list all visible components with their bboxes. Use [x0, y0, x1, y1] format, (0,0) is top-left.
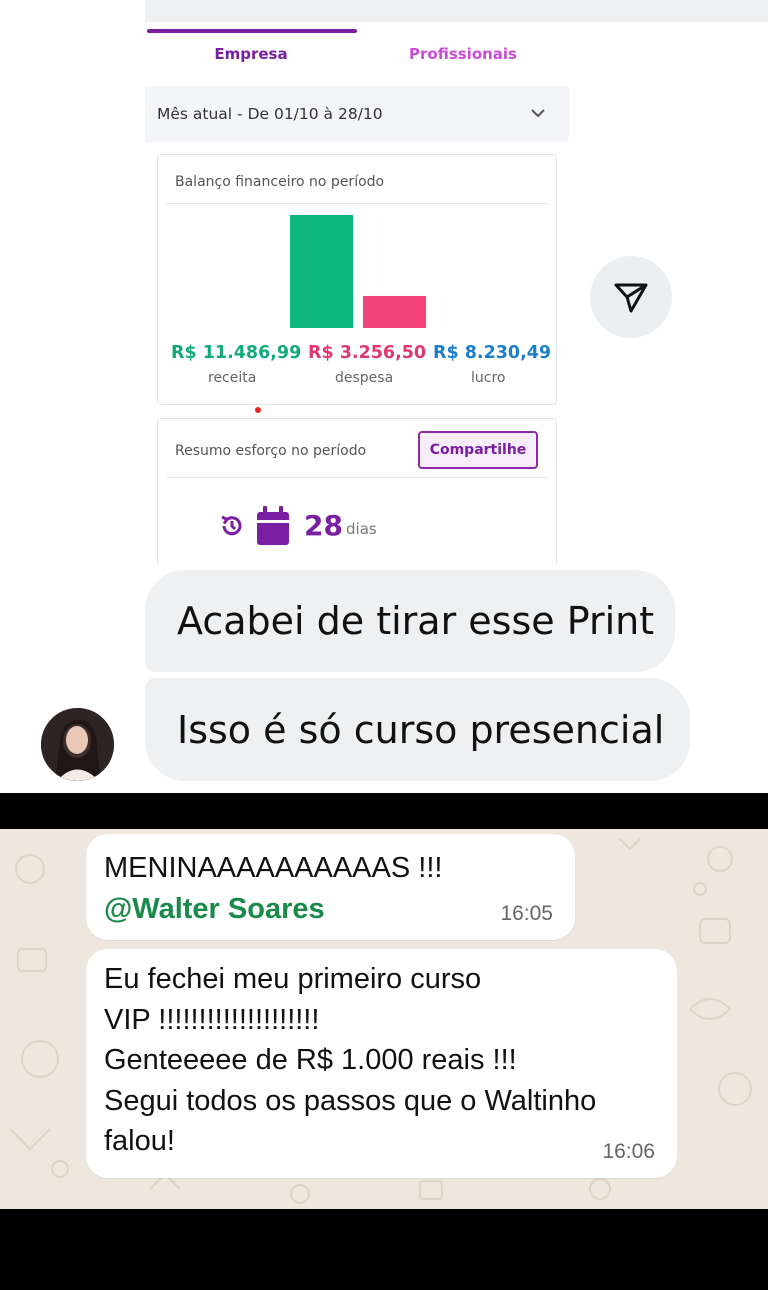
chat-message[interactable]: Acabei de tirar esse Print: [145, 570, 675, 672]
avatar[interactable]: [41, 708, 114, 781]
message-timestamp: 16:05: [500, 901, 553, 925]
chat-message[interactable]: Isso é só curso presencial: [145, 678, 690, 781]
whatsapp-message[interactable]: MENINAAAAAAAAAAS !!! @Walter Soares 16:0…: [86, 834, 575, 940]
message-line: Segui todos os passos que o Waltinho: [104, 1084, 597, 1117]
caption-lucro: lucro: [471, 370, 506, 386]
share-send-button[interactable]: [590, 256, 672, 338]
send-icon: [614, 283, 648, 313]
days-count: 28: [304, 509, 343, 542]
chevron-down-icon: [531, 109, 545, 118]
period-select-value: Mês atual - De 01/10 à 28/10: [157, 105, 383, 123]
message-line: MENINAAAAAAAAAAS !!!: [104, 852, 443, 884]
whatsapp-message[interactable]: Eu fechei meu primeiro curso VIP !!!!!!!…: [86, 949, 677, 1178]
previous-message-edge: [145, 0, 768, 22]
effort-summary-card: Resumo esforço no período Compartilhe 28…: [157, 418, 557, 564]
message-line: falou!: [104, 1125, 175, 1158]
share-button[interactable]: Compartilhe: [418, 431, 538, 469]
shared-screenshot[interactable]: Empresa Profissionais Mês atual - De 01/…: [145, 24, 569, 564]
calendar-icon: [257, 506, 289, 545]
bar-receita: [290, 215, 353, 328]
tab-empresa[interactable]: Empresa: [145, 24, 357, 84]
value-label-despesa: R$ 3.256,50: [308, 343, 427, 363]
effort-card-title: Resumo esforço no período: [175, 443, 367, 459]
value-label-lucro: R$ 8.230,49: [433, 343, 552, 363]
recording-dot: [255, 407, 261, 413]
finance-balance-card: Balanço financeiro no período R$ 11.486,…: [157, 154, 557, 405]
message-line: Genteeeee de R$ 1.000 reais !!!: [104, 1044, 517, 1077]
days-unit: dias: [346, 520, 377, 538]
divider: [166, 477, 548, 478]
finance-bar-chart: [290, 215, 426, 328]
avatar-photo: [41, 708, 114, 781]
message-line: VIP !!!!!!!!!!!!!!!!!!!!: [104, 1003, 320, 1036]
whatsapp-chat-area: MENINAAAAAAAAAAS !!! @Walter Soares 16:0…: [0, 829, 768, 1209]
period-select[interactable]: Mês atual - De 01/10 à 28/10: [145, 86, 569, 142]
caption-despesa: despesa: [335, 370, 394, 386]
value-label-receita: R$ 11.486,99: [171, 343, 302, 363]
caption-receita: receita: [208, 370, 257, 386]
instagram-chat-area: Empresa Profissionais Mês atual - De 01/…: [0, 0, 768, 793]
message-timestamp: 16:06: [602, 1139, 655, 1163]
history-icon: [221, 515, 242, 536]
tab-profissionais[interactable]: Profissionais: [357, 24, 569, 84]
bar-despesa: [363, 295, 426, 328]
message-line: Eu fechei meu primeiro curso: [104, 963, 482, 995]
